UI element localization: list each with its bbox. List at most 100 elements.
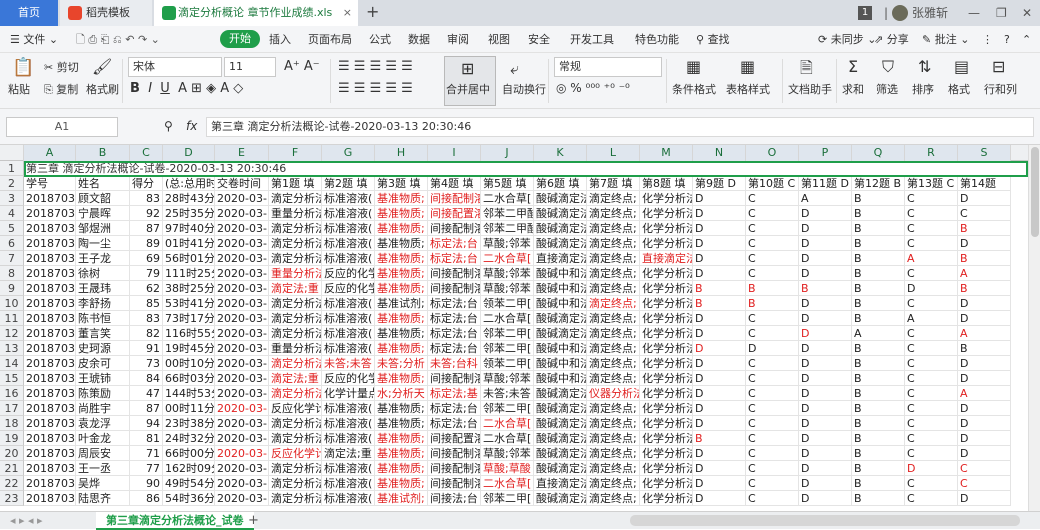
table-cell[interactable]: C (746, 371, 799, 386)
row-header[interactable]: 18 (0, 416, 24, 431)
table-cell[interactable]: 反应的化学 (322, 266, 375, 281)
table-cell[interactable]: 叶金龙 (76, 431, 130, 446)
table-cell[interactable]: 87 (130, 221, 163, 236)
table-cell[interactable]: 66时00分1 (163, 446, 215, 461)
table-style-button[interactable]: 表格样式 (726, 81, 770, 97)
table-cell[interactable]: 滴定终点; (587, 206, 640, 221)
table-cell[interactable]: 董言笑 (76, 326, 130, 341)
font-size-select[interactable]: 11 (224, 57, 276, 77)
table-cell[interactable]: B (958, 281, 1011, 296)
table-cell[interactable]: 基准物质; (375, 236, 428, 251)
table-cell[interactable]: 重量分析法 (269, 266, 322, 281)
table-cell[interactable]: 皮余可 (76, 356, 130, 371)
table-cell[interactable]: 基准物质; (375, 251, 428, 266)
table-cell[interactable]: B (852, 341, 905, 356)
table-cell[interactable]: 滴定法;重 (322, 446, 375, 461)
table-cell[interactable]: 20187031 (24, 326, 76, 341)
table-cell[interactable]: 2020-03-1 (215, 236, 269, 251)
table-cell[interactable]: 20187031C (24, 251, 76, 266)
table-cell[interactable]: A (905, 251, 958, 266)
table-cell[interactable]: B (693, 281, 746, 296)
table-cell[interactable]: 基准物质; (375, 311, 428, 326)
table-cell[interactable]: 袁龙浮 (76, 416, 130, 431)
table-cell[interactable]: 20187031 (24, 341, 76, 356)
tab-file[interactable]: 滴定分析概论 章节作业成绩.xls × (154, 0, 358, 26)
table-cell[interactable]: 标定法;台 (428, 236, 481, 251)
table-cell[interactable]: 92 (130, 206, 163, 221)
name-box[interactable]: A1 (6, 117, 118, 137)
table-cell[interactable]: D (799, 296, 852, 311)
table-cell[interactable]: 49时54分2 (163, 476, 215, 491)
row-header[interactable]: 14 (0, 356, 24, 371)
table-cell[interactable]: 二水合草[ (481, 416, 534, 431)
table-cell[interactable]: 标定法;基 (428, 386, 481, 401)
table-cell[interactable]: 标准溶液( (322, 251, 375, 266)
table-cell[interactable]: 基准物质; (375, 281, 428, 296)
avatar[interactable] (892, 5, 908, 21)
table-cell[interactable]: 基准试剂; (375, 491, 428, 506)
filter-icon[interactable]: ⛉ (882, 57, 894, 77)
table-cell[interactable]: 间接配制溶 (428, 476, 481, 491)
table-cell[interactable]: 滴定终点; (587, 446, 640, 461)
table-cell[interactable]: 第1题 填 (269, 176, 322, 191)
table-cell[interactable]: 91 (130, 341, 163, 356)
user-name[interactable]: 张雅斩 (912, 0, 948, 26)
table-cell[interactable]: 83 (130, 191, 163, 206)
table-cell[interactable]: 2020-03-1 (215, 386, 269, 401)
table-cell[interactable]: 邹煜洲 (76, 221, 130, 236)
table-cell[interactable]: B (852, 371, 905, 386)
close-window-icon[interactable]: ✕ (1022, 0, 1032, 26)
table-cell[interactable]: 徐树 (76, 266, 130, 281)
format-painter-button[interactable]: 格式刷 (86, 81, 119, 97)
table-cell[interactable]: D (958, 401, 1011, 416)
add-sheet-button[interactable]: + (248, 513, 259, 528)
table-cell[interactable]: C (746, 326, 799, 341)
align-left-buttons[interactable]: ☰ ☰ ☰ ☰ ☰ (338, 81, 413, 96)
menu-security[interactable]: 安全 (528, 26, 550, 53)
table-cell[interactable]: C (905, 416, 958, 431)
table-cell[interactable]: 20187031C (24, 236, 76, 251)
row-header[interactable]: 6 (0, 236, 24, 251)
table-cell[interactable]: 史珂源 (76, 341, 130, 356)
sort-button[interactable]: 排序 (912, 81, 934, 97)
table-cell[interactable]: 滴定分析法 (269, 251, 322, 266)
table-cell[interactable]: 化学分析法 (640, 371, 693, 386)
row-header[interactable]: 15 (0, 371, 24, 386)
table-cell[interactable]: 滴定分析法 (269, 236, 322, 251)
table-cell[interactable]: 陈书恒 (76, 311, 130, 326)
table-cell[interactable]: 滴定终点; (587, 236, 640, 251)
table-cell[interactable]: 基准物质; (375, 461, 428, 476)
table-cell[interactable]: D (693, 416, 746, 431)
table-cell[interactable]: 邻苯二甲[ (481, 326, 534, 341)
table-cell[interactable]: 邻苯二甲[ (481, 401, 534, 416)
table-cell[interactable]: 20187031 (24, 491, 76, 506)
row-header[interactable]: 7 (0, 251, 24, 266)
table-cell[interactable]: D (799, 311, 852, 326)
table-cell[interactable]: 滴定分析法 (269, 191, 322, 206)
copy-button[interactable]: ⎘ 复制 (44, 81, 78, 97)
table-cell[interactable]: D (693, 356, 746, 371)
table-cell[interactable]: 基准物质; (375, 206, 428, 221)
row-header[interactable]: 2 (0, 176, 24, 191)
menu-developer[interactable]: 开发工具 (570, 26, 614, 53)
doc-helper-button[interactable]: 文档助手 (788, 81, 832, 97)
table-cell[interactable]: 85 (130, 296, 163, 311)
row-header[interactable]: 23 (0, 491, 24, 506)
table-cell[interactable]: C (905, 341, 958, 356)
table-cell[interactable]: B (852, 311, 905, 326)
table-cell[interactable]: 化学分析法 (640, 206, 693, 221)
table-cell[interactable]: 20187031 (24, 311, 76, 326)
column-header[interactable]: N (693, 145, 746, 161)
table-cell[interactable]: 酸碱滴定法 (534, 446, 587, 461)
table-cell[interactable]: 71 (130, 446, 163, 461)
table-cell[interactable]: 20187031C (24, 206, 76, 221)
table-cell[interactable]: D (958, 431, 1011, 446)
table-cell[interactable]: C (905, 386, 958, 401)
table-cell[interactable]: C (746, 416, 799, 431)
column-header[interactable]: H (375, 145, 428, 161)
paste-icon[interactable]: 📋 (12, 57, 34, 78)
table-cell[interactable]: 王晟玮 (76, 281, 130, 296)
table-cell[interactable]: 87 (130, 401, 163, 416)
column-header[interactable]: A (24, 145, 76, 161)
table-cell[interactable]: 73 (130, 356, 163, 371)
